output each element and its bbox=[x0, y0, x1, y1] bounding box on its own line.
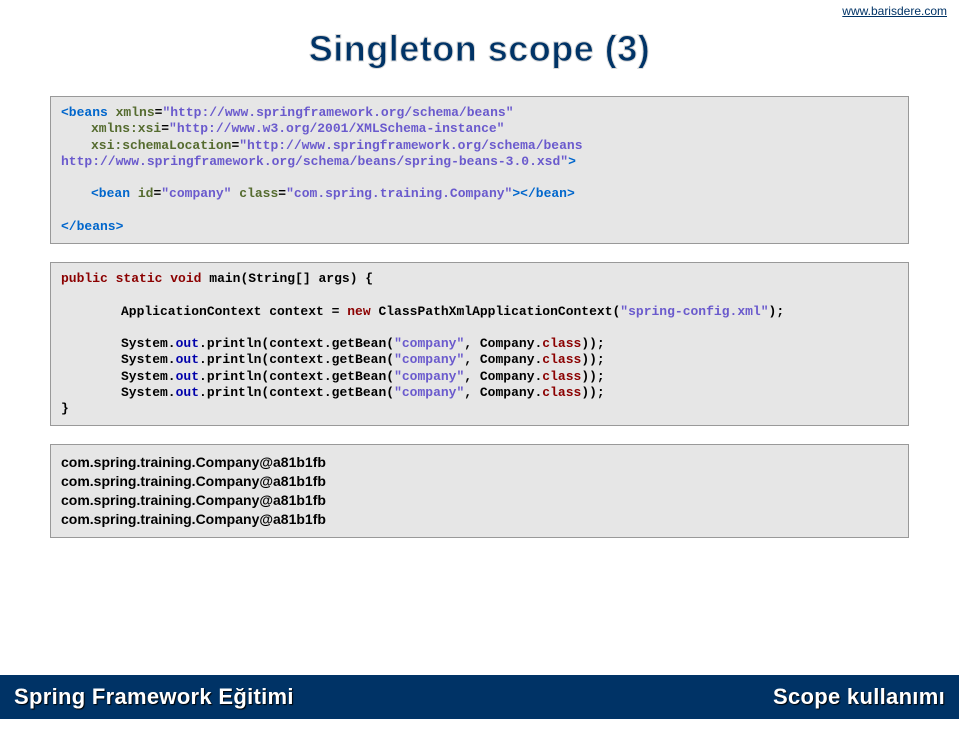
xml-xmlnsxsi-attr: xmlns:xsi bbox=[91, 121, 161, 136]
xml-beans-open: <beans bbox=[61, 105, 108, 120]
title-container: Singleton scope (3) bbox=[0, 28, 959, 70]
cfg-str: "spring-config.xml" bbox=[620, 304, 768, 319]
output-line-2: com.spring.training.Company@a81b1fb bbox=[61, 472, 898, 491]
kw-new: new bbox=[347, 304, 370, 319]
footer-bar: Spring Framework Eğitimi Scope kullanımı bbox=[0, 675, 959, 719]
kw-void: void bbox=[170, 271, 201, 286]
ctx-end: ); bbox=[769, 304, 785, 319]
xml-id-val: "company" bbox=[161, 186, 231, 201]
print1: .println(context.getBean( bbox=[199, 336, 394, 351]
slide-title: Singleton scope (3) bbox=[309, 28, 651, 70]
xml-xmlns-val: "http://www.springframework.org/schema/b… bbox=[162, 105, 513, 120]
xml-class-val: "com.spring.training.Company" bbox=[286, 186, 512, 201]
sys2: System. bbox=[121, 352, 176, 367]
class2: class bbox=[542, 352, 581, 367]
comma3: , Company. bbox=[464, 369, 542, 384]
out3: out bbox=[176, 369, 199, 384]
end4: )); bbox=[581, 385, 604, 400]
end1: )); bbox=[581, 336, 604, 351]
footer-right-text: Scope kullanımı bbox=[773, 684, 945, 710]
slide-content: <beans xmlns="http://www.springframework… bbox=[0, 70, 959, 538]
sys4: System. bbox=[121, 385, 176, 400]
out4: out bbox=[176, 385, 199, 400]
print2: .println(context.getBean( bbox=[199, 352, 394, 367]
out2: out bbox=[176, 352, 199, 367]
class1: class bbox=[542, 336, 581, 351]
company3: "company" bbox=[394, 369, 464, 384]
xml-xmlns-attr: xmlns bbox=[116, 105, 155, 120]
output-line-4: com.spring.training.Company@a81b1fb bbox=[61, 510, 898, 529]
output-block: com.spring.training.Company@a81b1fbcom.s… bbox=[50, 444, 909, 538]
xml-code-block: <beans xmlns="http://www.springframework… bbox=[50, 96, 909, 244]
sys3: System. bbox=[121, 369, 176, 384]
output-line-1: com.spring.training.Company@a81b1fb bbox=[61, 453, 898, 472]
xml-beans-close: </beans> bbox=[61, 219, 123, 234]
output-line-3: com.spring.training.Company@a81b1fb bbox=[61, 491, 898, 510]
class3: class bbox=[542, 369, 581, 384]
ctx-ctor: ClassPathXmlApplicationContext( bbox=[371, 304, 621, 319]
ctx-decl: ApplicationContext context = bbox=[121, 304, 347, 319]
xml-close-open: > bbox=[568, 154, 576, 169]
xml-id-attr: id bbox=[138, 186, 154, 201]
print4: .println(context.getBean( bbox=[199, 385, 394, 400]
end3: )); bbox=[581, 369, 604, 384]
end2: )); bbox=[581, 352, 604, 367]
xml-bean-close: ></bean> bbox=[512, 186, 574, 201]
company2: "company" bbox=[394, 352, 464, 367]
company4: "company" bbox=[394, 385, 464, 400]
java-code-block: public static void main(String[] args) {… bbox=[50, 262, 909, 426]
comma2: , Company. bbox=[464, 352, 542, 367]
sys1: System. bbox=[121, 336, 176, 351]
xml-bean-prefix: <bean bbox=[91, 186, 130, 201]
class4: class bbox=[542, 385, 581, 400]
close-brace: } bbox=[61, 401, 69, 416]
kw-static: static bbox=[116, 271, 163, 286]
kw-public: public bbox=[61, 271, 108, 286]
out1: out bbox=[176, 336, 199, 351]
company1: "company" bbox=[394, 336, 464, 351]
xml-xmlnsxsi-val: "http://www.w3.org/2001/XMLSchema-instan… bbox=[169, 121, 504, 136]
header-site-link[interactable]: www.barisdere.com bbox=[842, 4, 947, 18]
footer-left-text: Spring Framework Eğitimi bbox=[14, 684, 294, 710]
xml-schemaloc-attr: xsi:schemaLocation bbox=[91, 138, 231, 153]
xml-class-attr: class bbox=[239, 186, 278, 201]
comma4: , Company. bbox=[464, 385, 542, 400]
print3: .println(context.getBean( bbox=[199, 369, 394, 384]
main-sig: main(String[] args) { bbox=[201, 271, 373, 286]
comma1: , Company. bbox=[464, 336, 542, 351]
